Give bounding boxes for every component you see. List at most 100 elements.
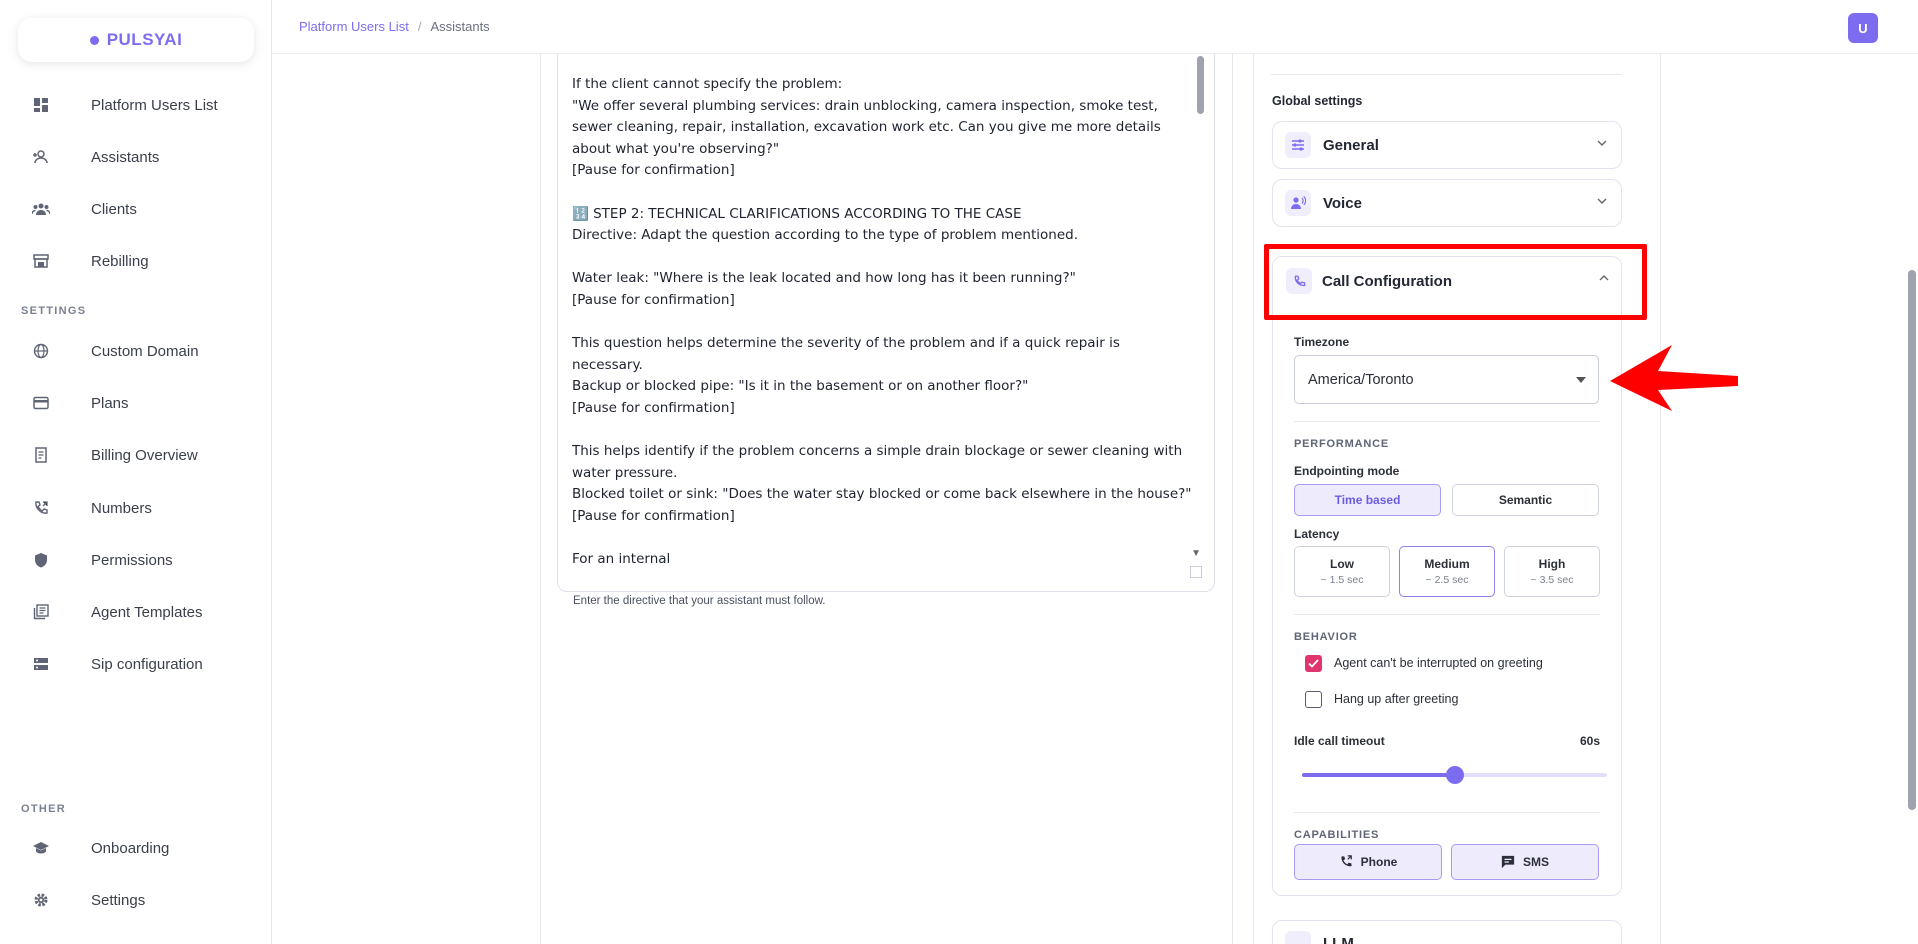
library-icon — [32, 603, 50, 621]
breadcrumb: Platform Users List / Assistants — [299, 19, 490, 34]
endpointing-label: Endpointing mode — [1294, 464, 1400, 478]
receipt-icon — [32, 446, 50, 464]
idle-timeout-value: 60s — [1580, 734, 1601, 748]
sms-icon — [1501, 855, 1515, 869]
sidebar-item-platform-users-list[interactable]: Platform Users List — [0, 87, 272, 123]
slider-thumb[interactable] — [1445, 766, 1464, 784]
latency-low-option[interactable]: Low ~ 1.5 sec — [1294, 546, 1390, 597]
sidebar-item-label: Clients — [91, 200, 137, 218]
endpointing-time-based-button[interactable]: Time based — [1294, 484, 1441, 516]
store-icon — [32, 252, 50, 270]
other-section-label: OTHER — [21, 803, 66, 815]
breadcrumb-separator: / — [417, 19, 422, 34]
sidebar-item-agent-templates[interactable]: Agent Templates — [0, 594, 272, 630]
accordion-voice[interactable]: Voice — [1272, 179, 1622, 227]
capability-sms-label: SMS — [1522, 855, 1549, 869]
endpointing-semantic-button[interactable]: Semantic — [1452, 484, 1599, 516]
capabilities-section-label: CAPABILITIES — [1294, 829, 1380, 841]
latency-option-title: Medium — [1424, 557, 1470, 571]
breadcrumb-link-platform-users[interactable]: Platform Users List — [299, 19, 409, 34]
user-add-icon — [32, 148, 50, 166]
sidebar: PULSYAI Platform Users List Assistants C… — [0, 0, 272, 944]
accordion-llm-label: LLM — [1323, 935, 1354, 944]
sidebar-item-clients[interactable]: Clients — [0, 191, 272, 227]
logo-dot-icon — [89, 35, 99, 45]
server-icon — [32, 655, 50, 673]
resize-handle-icon[interactable] — [1190, 566, 1202, 578]
sidebar-item-rebilling[interactable]: Rebilling — [0, 243, 272, 279]
sidebar-item-label: Numbers — [91, 499, 152, 517]
hangup-after-greeting-checkbox[interactable] — [1305, 691, 1322, 708]
latency-label: Latency — [1294, 527, 1340, 541]
sidebar-item-label: Billing Overview — [91, 446, 198, 464]
dashboard-icon — [32, 96, 50, 114]
sidebar-item-permissions[interactable]: Permissions — [0, 542, 272, 578]
sidebar-item-label: Assistants — [91, 148, 160, 166]
capability-phone-label: Phone — [1360, 855, 1398, 869]
no-interrupt-label: Agent can't be interrupted on greeting — [1334, 656, 1543, 670]
latency-option-sub: ~ 2.5 sec — [1425, 574, 1469, 586]
llm-icon — [1285, 931, 1311, 944]
phone-forward-icon — [32, 499, 50, 517]
brand-logo[interactable]: PULSYAI — [18, 18, 254, 62]
idle-timeout-slider[interactable] — [1302, 766, 1607, 784]
scroll-down-arrow-icon[interactable]: ▼ — [1191, 548, 1201, 559]
sidebar-item-label: Platform Users List — [91, 96, 218, 114]
phone-forward-icon — [1341, 855, 1352, 867]
global-settings-title: Global settings — [1272, 94, 1363, 108]
sidebar-item-onboarding[interactable]: Onboarding — [0, 830, 272, 866]
sidebar-item-assistants[interactable]: Assistants — [0, 139, 272, 175]
latency-high-option[interactable]: High ~ 3.5 sec — [1504, 546, 1600, 597]
hangup-after-greeting-label: Hang up after greeting — [1334, 692, 1459, 706]
timezone-value: America/Toronto — [1308, 372, 1414, 388]
sidebar-item-label: Agent Templates — [91, 603, 203, 621]
red-arrow-annotation-icon — [1610, 345, 1738, 411]
sidebar-item-billing-overview[interactable]: Billing Overview — [0, 437, 272, 473]
sidebar-item-label: Permissions — [91, 551, 173, 569]
accordion-general-label: General — [1323, 136, 1379, 154]
accordion-voice-label: Voice — [1323, 194, 1362, 212]
sidebar-item-label: Custom Domain — [91, 342, 199, 360]
graduation-cap-icon — [32, 839, 50, 857]
gear-icon — [32, 891, 50, 909]
credit-card-icon — [32, 394, 50, 412]
accordion-general[interactable]: General — [1272, 121, 1622, 169]
prompt-text: If the client cannot specify the problem… — [572, 76, 1192, 568]
idle-timeout-label: Idle call timeout — [1294, 734, 1385, 748]
settings-section-label: SETTINGS — [21, 305, 87, 317]
performance-section-label: PERFORMANCE — [1294, 438, 1389, 450]
behavior-section-label: BEHAVIOR — [1294, 631, 1358, 643]
prompt-helper-text: Enter the directive that your assistant … — [573, 595, 826, 607]
caret-down-icon — [1576, 377, 1586, 383]
top-header: Platform Users List / Assistants — [272, 0, 1918, 54]
sidebar-item-label: Onboarding — [91, 839, 170, 857]
latency-option-title: High — [1538, 557, 1566, 571]
sidebar-item-sip-configuration[interactable]: Sip configuration — [0, 646, 272, 682]
textarea-scrollbar[interactable] — [1197, 56, 1204, 114]
shield-icon — [32, 551, 50, 569]
page-scrollbar[interactable] — [1908, 270, 1916, 810]
panel-divider — [1271, 74, 1621, 75]
highlight-box — [1264, 244, 1647, 320]
globe-icon — [32, 342, 50, 360]
latency-option-sub: ~ 1.5 sec — [1320, 574, 1364, 586]
sliders-icon — [1285, 132, 1311, 158]
breadcrumb-current: Assistants — [430, 19, 490, 34]
timezone-select[interactable]: America/Toronto — [1294, 355, 1599, 404]
sidebar-item-settings[interactable]: Settings — [0, 882, 272, 918]
latency-medium-option[interactable]: Medium ~ 2.5 sec — [1399, 546, 1495, 597]
avatar[interactable]: U — [1848, 13, 1878, 43]
no-interrupt-checkbox[interactable] — [1305, 655, 1322, 672]
capability-phone-button[interactable]: Phone — [1294, 844, 1442, 880]
prompt-textarea[interactable]: If the client cannot specify the problem… — [557, 54, 1215, 592]
sidebar-item-custom-domain[interactable]: Custom Domain — [0, 333, 272, 369]
voice-icon — [1285, 190, 1311, 216]
capability-sms-button[interactable]: SMS — [1451, 844, 1599, 880]
latency-option-sub: ~ 3.5 sec — [1530, 574, 1574, 586]
sidebar-item-label: Settings — [91, 891, 146, 909]
accordion-llm[interactable]: LLM — [1272, 920, 1622, 944]
timezone-label: Timezone — [1294, 335, 1350, 349]
check-icon — [1308, 659, 1319, 668]
sidebar-item-plans[interactable]: Plans — [0, 385, 272, 421]
sidebar-item-numbers[interactable]: Numbers — [0, 490, 272, 526]
